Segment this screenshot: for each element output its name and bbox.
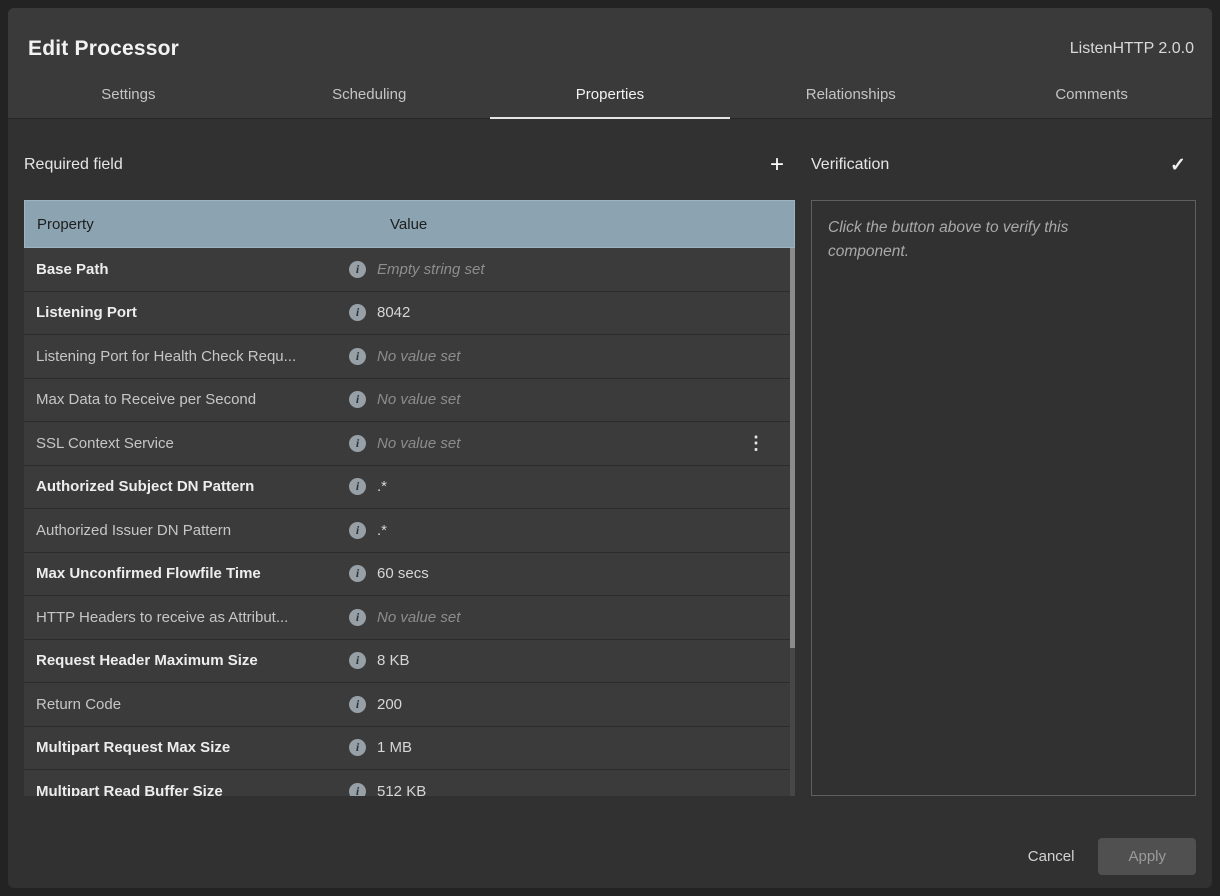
- verification-panel-header: Verification ✓: [811, 145, 1196, 185]
- property-value: No value set: [377, 348, 783, 365]
- property-value: Empty string set: [377, 261, 783, 278]
- dialog-body: Required field + Property Value Base Pat…: [8, 119, 1212, 796]
- info-icon[interactable]: i: [349, 739, 366, 756]
- table-row-request-header-max-size[interactable]: Request Header Maximum Size i 8 KB: [24, 640, 795, 684]
- info-icon[interactable]: i: [349, 522, 366, 539]
- cancel-button[interactable]: Cancel: [1012, 838, 1091, 875]
- info-icon[interactable]: i: [349, 478, 366, 495]
- info-icon[interactable]: i: [349, 696, 366, 713]
- table-row-http-headers-as-attributes[interactable]: HTTP Headers to receive as Attribut... i…: [24, 596, 795, 640]
- title-row: Edit Processor ListenHTTP 2.0.0: [8, 8, 1212, 70]
- tab-bar: Settings Scheduling Properties Relations…: [8, 70, 1212, 118]
- table-row-multipart-read-buffer-size[interactable]: Multipart Read Buffer Size i 512 KB: [24, 770, 795, 796]
- property-value: 1 MB: [377, 739, 783, 756]
- dialog-header: Edit Processor ListenHTTP 2.0.0 Settings…: [8, 8, 1212, 119]
- column-header-property[interactable]: Property: [37, 216, 390, 233]
- property-name: Request Header Maximum Size: [36, 652, 349, 669]
- required-field-label: Required field: [24, 156, 123, 174]
- verification-message: Click the button above to verify this co…: [828, 216, 1128, 264]
- properties-table: Property Value Base Path i Empty string …: [24, 200, 795, 796]
- table-row-multipart-request-max-size[interactable]: Multipart Request Max Size i 1 MB: [24, 727, 795, 771]
- properties-panel: Required field + Property Value Base Pat…: [24, 119, 795, 796]
- verification-label: Verification: [811, 156, 889, 174]
- property-name: Authorized Issuer DN Pattern: [36, 522, 349, 539]
- property-name: Multipart Request Max Size: [36, 739, 349, 756]
- info-icon[interactable]: i: [349, 348, 366, 365]
- verification-results-box: Click the button above to verify this co…: [811, 200, 1196, 796]
- property-name: Max Unconfirmed Flowfile Time: [36, 565, 349, 582]
- property-value: No value set: [377, 435, 747, 452]
- property-value: 8 KB: [377, 652, 783, 669]
- properties-panel-header: Required field +: [24, 145, 795, 185]
- property-value: .*: [377, 478, 783, 495]
- column-header-value[interactable]: Value: [390, 216, 782, 233]
- property-name: Max Data to Receive per Second: [36, 391, 349, 408]
- table-row-max-unconfirmed-flowfile-time[interactable]: Max Unconfirmed Flowfile Time i 60 secs: [24, 553, 795, 597]
- property-name: Authorized Subject DN Pattern: [36, 478, 349, 495]
- edit-processor-dialog: Edit Processor ListenHTTP 2.0.0 Settings…: [8, 8, 1212, 888]
- property-value: 8042: [377, 304, 783, 321]
- property-value: No value set: [377, 609, 783, 626]
- property-name: SSL Context Service: [36, 435, 349, 452]
- property-name: Listening Port for Health Check Requ...: [36, 348, 349, 365]
- property-name: Listening Port: [36, 304, 349, 321]
- table-row-max-data-per-second[interactable]: Max Data to Receive per Second i No valu…: [24, 379, 795, 423]
- tab-properties[interactable]: Properties: [490, 70, 731, 118]
- property-value: 60 secs: [377, 565, 783, 582]
- info-icon[interactable]: i: [349, 609, 366, 626]
- table-row-authorized-subject-dn[interactable]: Authorized Subject DN Pattern i .*: [24, 466, 795, 510]
- dialog-footer: Cancel Apply: [8, 796, 1212, 888]
- table-row-health-check-port[interactable]: Listening Port for Health Check Requ... …: [24, 335, 795, 379]
- property-name: Multipart Read Buffer Size: [36, 783, 349, 796]
- table-body: Base Path i Empty string set Listening P…: [24, 248, 795, 796]
- table-row-ssl-context-service[interactable]: SSL Context Service i No value set ⋮: [24, 422, 795, 466]
- property-value: 200: [377, 696, 783, 713]
- table-row-listening-port[interactable]: Listening Port i 8042: [24, 292, 795, 336]
- check-icon: ✓: [1170, 156, 1186, 175]
- dialog-title: Edit Processor: [28, 37, 179, 61]
- processor-type-version: ListenHTTP 2.0.0: [1070, 40, 1194, 58]
- verify-button[interactable]: ✓: [1160, 147, 1196, 183]
- tab-comments[interactable]: Comments: [971, 70, 1212, 118]
- property-name: HTTP Headers to receive as Attribut...: [36, 609, 349, 626]
- scrollbar-thumb[interactable]: [790, 248, 795, 648]
- add-property-button[interactable]: +: [759, 147, 795, 183]
- property-name: Base Path: [36, 261, 349, 278]
- table-row-return-code[interactable]: Return Code i 200: [24, 683, 795, 727]
- property-value: No value set: [377, 391, 783, 408]
- info-icon[interactable]: i: [349, 783, 366, 796]
- info-icon[interactable]: i: [349, 304, 366, 321]
- tab-scheduling[interactable]: Scheduling: [249, 70, 490, 118]
- property-value: .*: [377, 522, 783, 539]
- more-options-icon[interactable]: ⋮: [747, 434, 765, 452]
- table-header-row: Property Value: [24, 200, 795, 248]
- plus-icon: +: [770, 153, 784, 177]
- info-icon[interactable]: i: [349, 565, 366, 582]
- tab-settings[interactable]: Settings: [8, 70, 249, 118]
- info-icon[interactable]: i: [349, 435, 366, 452]
- tab-relationships[interactable]: Relationships: [730, 70, 971, 118]
- table-row-base-path[interactable]: Base Path i Empty string set: [24, 248, 795, 292]
- apply-button[interactable]: Apply: [1098, 838, 1196, 875]
- property-name: Return Code: [36, 696, 349, 713]
- table-row-authorized-issuer-dn[interactable]: Authorized Issuer DN Pattern i .*: [24, 509, 795, 553]
- verification-panel: Verification ✓ Click the button above to…: [811, 119, 1196, 796]
- info-icon[interactable]: i: [349, 391, 366, 408]
- info-icon[interactable]: i: [349, 261, 366, 278]
- info-icon[interactable]: i: [349, 652, 366, 669]
- property-value: 512 KB: [377, 783, 783, 796]
- table-scrollbar[interactable]: [790, 248, 795, 796]
